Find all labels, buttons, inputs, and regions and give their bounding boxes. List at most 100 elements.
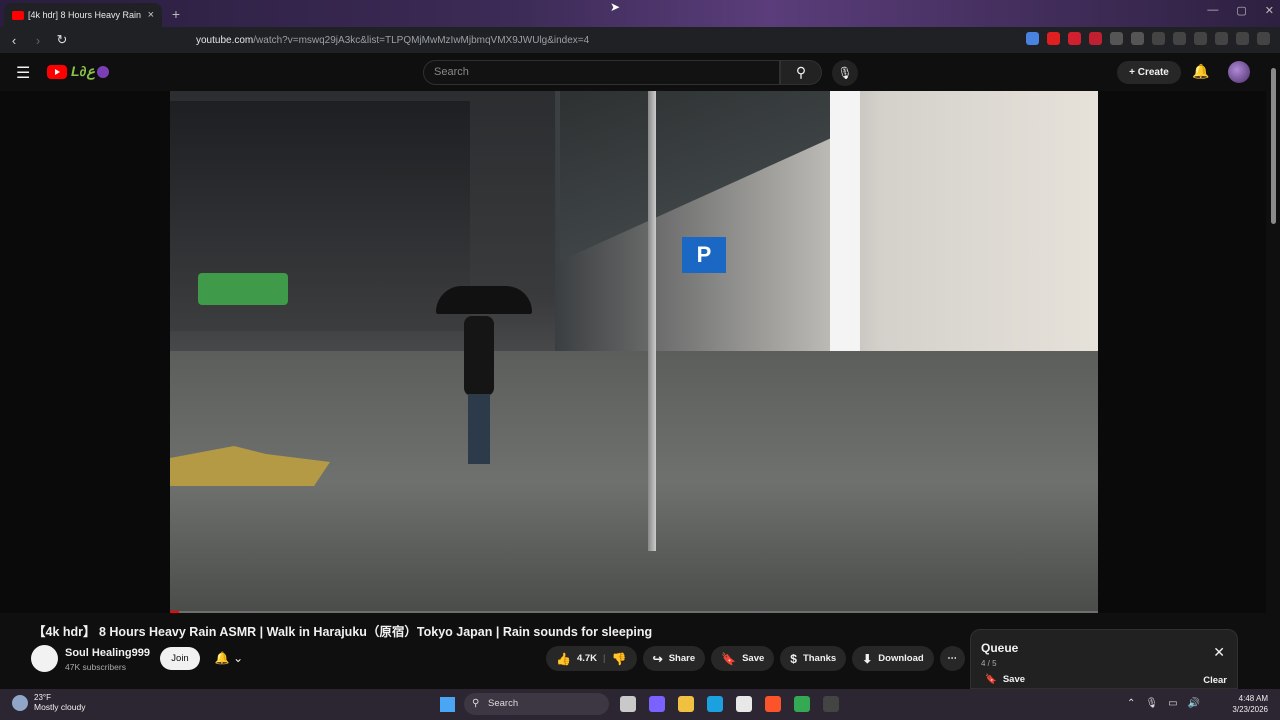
clock-date: 3/23/2026 (1232, 705, 1268, 714)
umbrella-icon (436, 286, 532, 314)
super-thanks-icon: $ (790, 651, 797, 666)
leo-icon[interactable] (1215, 32, 1228, 45)
video-frame: P (170, 91, 1098, 613)
extension-icon[interactable] (1131, 32, 1144, 45)
plus-icon: + (1129, 67, 1138, 78)
queue-panel: Queue 4 / 5 ✕ 🔖 Save Clear (970, 629, 1238, 689)
hamburger-menu-icon[interactable]: ☰ (16, 63, 30, 83)
tab-close-icon[interactable]: × (148, 9, 154, 21)
thumbs-up-icon: 👍 (556, 651, 571, 666)
join-button[interactable]: Join (160, 647, 200, 670)
chrome-icon[interactable] (794, 696, 810, 712)
download-button[interactable]: ⬇ Download (852, 646, 934, 671)
share-icon: ↪ (652, 651, 663, 666)
video-title: 【4k hdr】 8 Hours Heavy Rain ASMR | Walk … (33, 625, 653, 639)
share-button[interactable]: ↪ Share (642, 646, 706, 671)
address-bar[interactable]: youtube.com /watch?v=mswq29jA3kc&list=TL… (196, 30, 936, 50)
queue-save-button[interactable]: 🔖 Save (985, 674, 1025, 685)
network-icon[interactable]: ▭ (1168, 698, 1177, 709)
browser-tab-strip: [4k hdr] 8 Hours Heavy Rain × + — ▢ ✕ (0, 0, 1280, 27)
file-explorer-icon[interactable] (678, 696, 694, 712)
weather-widget[interactable]: 23°F Mostly cloudy (12, 693, 86, 712)
notifications-bell-icon[interactable]: 🔔 (1192, 63, 1209, 80)
tab-title: [4k hdr] 8 Hours Heavy Rain (28, 10, 142, 20)
extension-icon[interactable] (1068, 32, 1081, 45)
youtube-logo[interactable]: L∂ﻉ (47, 63, 109, 80)
menu-icon[interactable] (1257, 32, 1270, 45)
copilot-icon[interactable] (649, 696, 665, 712)
wallet-icon[interactable] (1194, 32, 1207, 45)
temperature: 23°F (34, 693, 51, 702)
search-icon: ⚲ (472, 698, 480, 709)
taskbar-search[interactable]: ⚲ Search (464, 693, 609, 715)
back-arrow-icon[interactable]: ‹ (4, 33, 24, 48)
forward-arrow-icon[interactable]: › (28, 33, 48, 48)
channel-avatar[interactable] (31, 645, 58, 672)
brave-icon[interactable] (765, 696, 781, 712)
search-input[interactable]: Search (423, 60, 780, 85)
save-button[interactable]: 🔖 Save (711, 646, 775, 671)
reload-icon[interactable]: ↻ (52, 32, 72, 48)
search-icon: ⚲ (795, 64, 807, 80)
queue-clear-button[interactable]: Clear (1203, 675, 1227, 686)
parking-sign: P (682, 237, 726, 273)
extension-icon[interactable] (1089, 32, 1102, 45)
taskbar-clock[interactable]: 4:48 AM 3/23/2026 (1232, 693, 1268, 715)
voice-search-button[interactable]: 🎙 (832, 60, 858, 86)
subscriber-count: 47K subscribers (65, 662, 126, 672)
minimize-button[interactable]: — (1207, 4, 1218, 17)
page-scrollbar[interactable] (1268, 60, 1278, 690)
store-icon[interactable] (736, 696, 752, 712)
microphone-icon[interactable]: 🎙 (1145, 698, 1158, 709)
clock-time: 4:48 AM (1238, 694, 1268, 703)
create-button[interactable]: + Create (1117, 61, 1181, 84)
thumbs-down-icon[interactable]: 👎 (612, 652, 627, 666)
like-button[interactable]: 👍 4.7K | 👎 (546, 646, 637, 671)
task-view-icon[interactable] (620, 696, 636, 712)
window-controls: — ▢ ✕ (1207, 4, 1274, 17)
channel-name[interactable]: Soul Healing999 (65, 647, 150, 659)
queue-title: Queue (981, 641, 1019, 655)
video-scene-person-umbrella (436, 286, 532, 466)
edge-icon[interactable] (707, 696, 723, 712)
youtube-extension-icon[interactable] (1047, 32, 1060, 45)
subscription-bell-button[interactable]: 🔔 ⌄ (206, 647, 252, 670)
scrollbar-thumb[interactable] (1271, 68, 1276, 224)
browser-tab[interactable]: [4k hdr] 8 Hours Heavy Rain × (4, 3, 162, 27)
new-tab-button[interactable]: + (168, 6, 184, 22)
thanks-button[interactable]: $ Thanks (780, 646, 847, 671)
windows-start-icon[interactable] (440, 697, 455, 712)
close-window-button[interactable]: ✕ (1265, 4, 1274, 17)
close-icon[interactable]: ✕ (1213, 644, 1225, 661)
video-actions: 👍 4.7K | 👎 ↪ Share 🔖 Save $ Thanks ⬇ Dow… (546, 646, 965, 671)
video-scene-pole (648, 91, 656, 551)
volume-icon[interactable]: 🔊 (1188, 698, 1200, 709)
queue-count: 4 / 5 (981, 659, 997, 668)
puzzle-icon[interactable] (1110, 32, 1123, 45)
chevron-up-icon[interactable]: ⌃ (1127, 698, 1135, 709)
windows-taskbar: 23°F Mostly cloudy ⚲ Search ⌃ 🎙 ▭ 🔊 4:48… (0, 689, 1280, 720)
chevron-down-icon: ⌄ (233, 651, 244, 665)
search-button[interactable]: ⚲ (780, 60, 822, 85)
person-legs (468, 394, 490, 464)
shield-icon[interactable] (1236, 32, 1249, 45)
music-icon[interactable] (1152, 32, 1165, 45)
url-path: /watch?v=mswq29jA3kc&list=TLPQMjMwMzIwMj… (253, 34, 590, 46)
app-icon[interactable] (823, 696, 839, 712)
video-player[interactable]: P (0, 91, 1266, 613)
thanks-label: Thanks (802, 653, 837, 664)
taskbar-search-label: Search (488, 698, 519, 709)
create-label: Create (1137, 67, 1169, 78)
account-avatar[interactable] (1228, 61, 1250, 83)
extension-icon[interactable] (1026, 32, 1039, 45)
bookmark-icon: 🔖 (985, 674, 997, 685)
video-progress-bar[interactable] (170, 611, 1098, 613)
download-icon: ⬇ (862, 651, 873, 666)
download-label: Download (878, 653, 924, 664)
maximize-button[interactable]: ▢ (1236, 4, 1246, 17)
weather-condition: Mostly cloudy (34, 702, 86, 712)
sidebar-icon[interactable] (1173, 32, 1186, 45)
youtube-play-icon (47, 64, 67, 79)
taskbar-apps (620, 696, 839, 712)
more-actions-button[interactable]: ⋯ (939, 646, 965, 671)
